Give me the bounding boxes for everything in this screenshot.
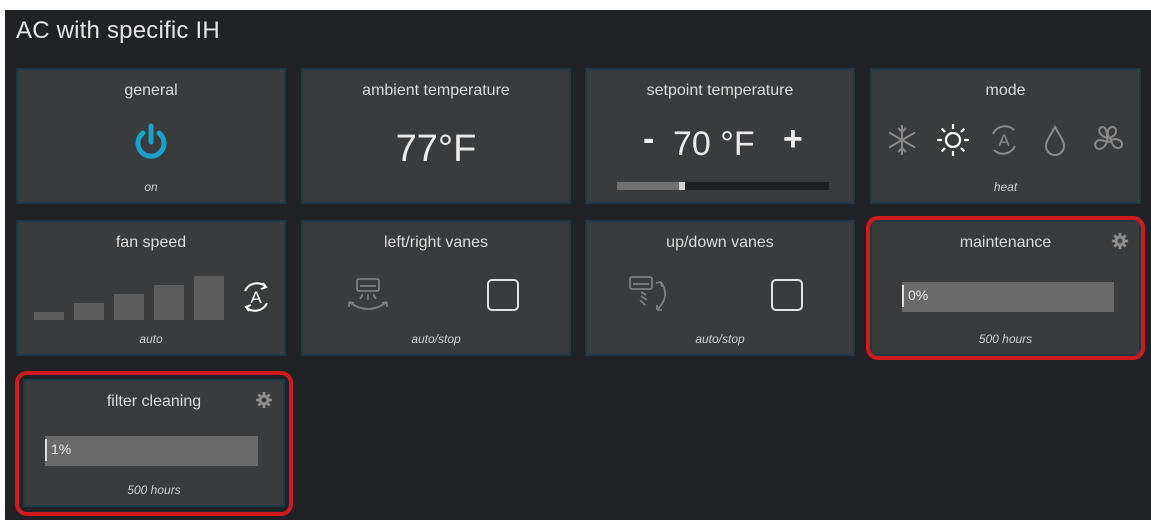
fan-speed-level-4[interactable] [154,285,184,320]
horizontal-vane-icon[interactable] [343,276,393,316]
fan-speed-level-3[interactable] [114,294,144,320]
vertical-vane-icon[interactable] [627,274,677,316]
mode-status: heat [993,180,1018,194]
tile-title: left/right vanes [383,234,489,251]
sun-icon[interactable] [934,121,972,159]
maintenance-progress: 0% [902,282,1114,312]
filter-hours: 500 hours [127,483,181,497]
tile-fan-speed: fan speed A auto [16,220,286,356]
progress-cursor [902,285,904,307]
setpoint-slider-fill [617,182,683,190]
page-title: AC with specific IH [16,17,220,44]
filter-percent: 1% [51,441,72,457]
vane-stop-toggle[interactable] [771,279,803,311]
fan-speed-level-1[interactable] [34,312,64,320]
dashboard: AC with specific IH general on ambient t… [5,10,1151,520]
tile-up-down-vanes: up/down vanes auto/stop [585,220,855,356]
auto-icon[interactable]: A [986,122,1022,158]
tile-title: setpoint temperature [646,82,794,99]
vane-stop-toggle[interactable] [487,279,519,311]
filter-progress: 1% [45,436,258,466]
ud-vanes-status: auto/stop [695,332,745,346]
tile-title: filter cleaning [106,393,202,410]
tile-maintenance: maintenance 0% 500 hours [870,220,1141,356]
fan-speed-level-2[interactable] [74,303,104,320]
lr-vanes-status: auto/stop [411,332,461,346]
tile-title: fan speed [115,234,187,251]
svg-text:A: A [998,131,1010,150]
tile-title: mode [985,82,1026,99]
fan-icon[interactable] [1090,122,1128,158]
tile-mode: mode A heat [870,68,1141,204]
tile-ambient-temperature: ambient temperature 77°F [301,68,571,204]
tile-title: ambient temperature [362,82,510,99]
tile-title: up/down vanes [666,234,774,251]
tile-left-right-vanes: left/right vanes auto/stop [301,220,571,356]
svg-text:A: A [250,288,262,307]
setpoint-slider-thumb[interactable] [679,182,685,190]
tile-title: maintenance [959,234,1052,251]
gear-icon[interactable] [255,391,273,409]
setpoint-slider[interactable] [617,182,829,190]
drop-icon[interactable] [1040,124,1070,158]
power-status: on [144,180,158,194]
tile-title: general [124,82,178,99]
progress-cursor [45,439,47,461]
maintenance-hours: 500 hours [978,332,1033,346]
power-icon[interactable] [131,122,171,162]
fan-speed-level-5[interactable] [194,276,224,320]
tile-setpoint-temperature: setpoint temperature - 70 °F + [585,68,855,204]
ambient-temperature-value: 77°F [395,128,477,170]
decrease-button[interactable]: - [643,120,654,159]
fan-speed-status: auto [139,332,163,346]
tile-filter-cleaning: filter cleaning 1% 500 hours [23,379,285,507]
increase-button[interactable]: + [783,120,803,159]
snowflake-icon[interactable] [884,122,920,158]
setpoint-value: 70 °F [673,125,755,163]
gear-icon[interactable] [1111,232,1129,250]
maintenance-percent: 0% [908,287,929,303]
fan-auto-icon[interactable]: A [238,279,274,315]
tile-general[interactable]: general on [16,68,286,204]
